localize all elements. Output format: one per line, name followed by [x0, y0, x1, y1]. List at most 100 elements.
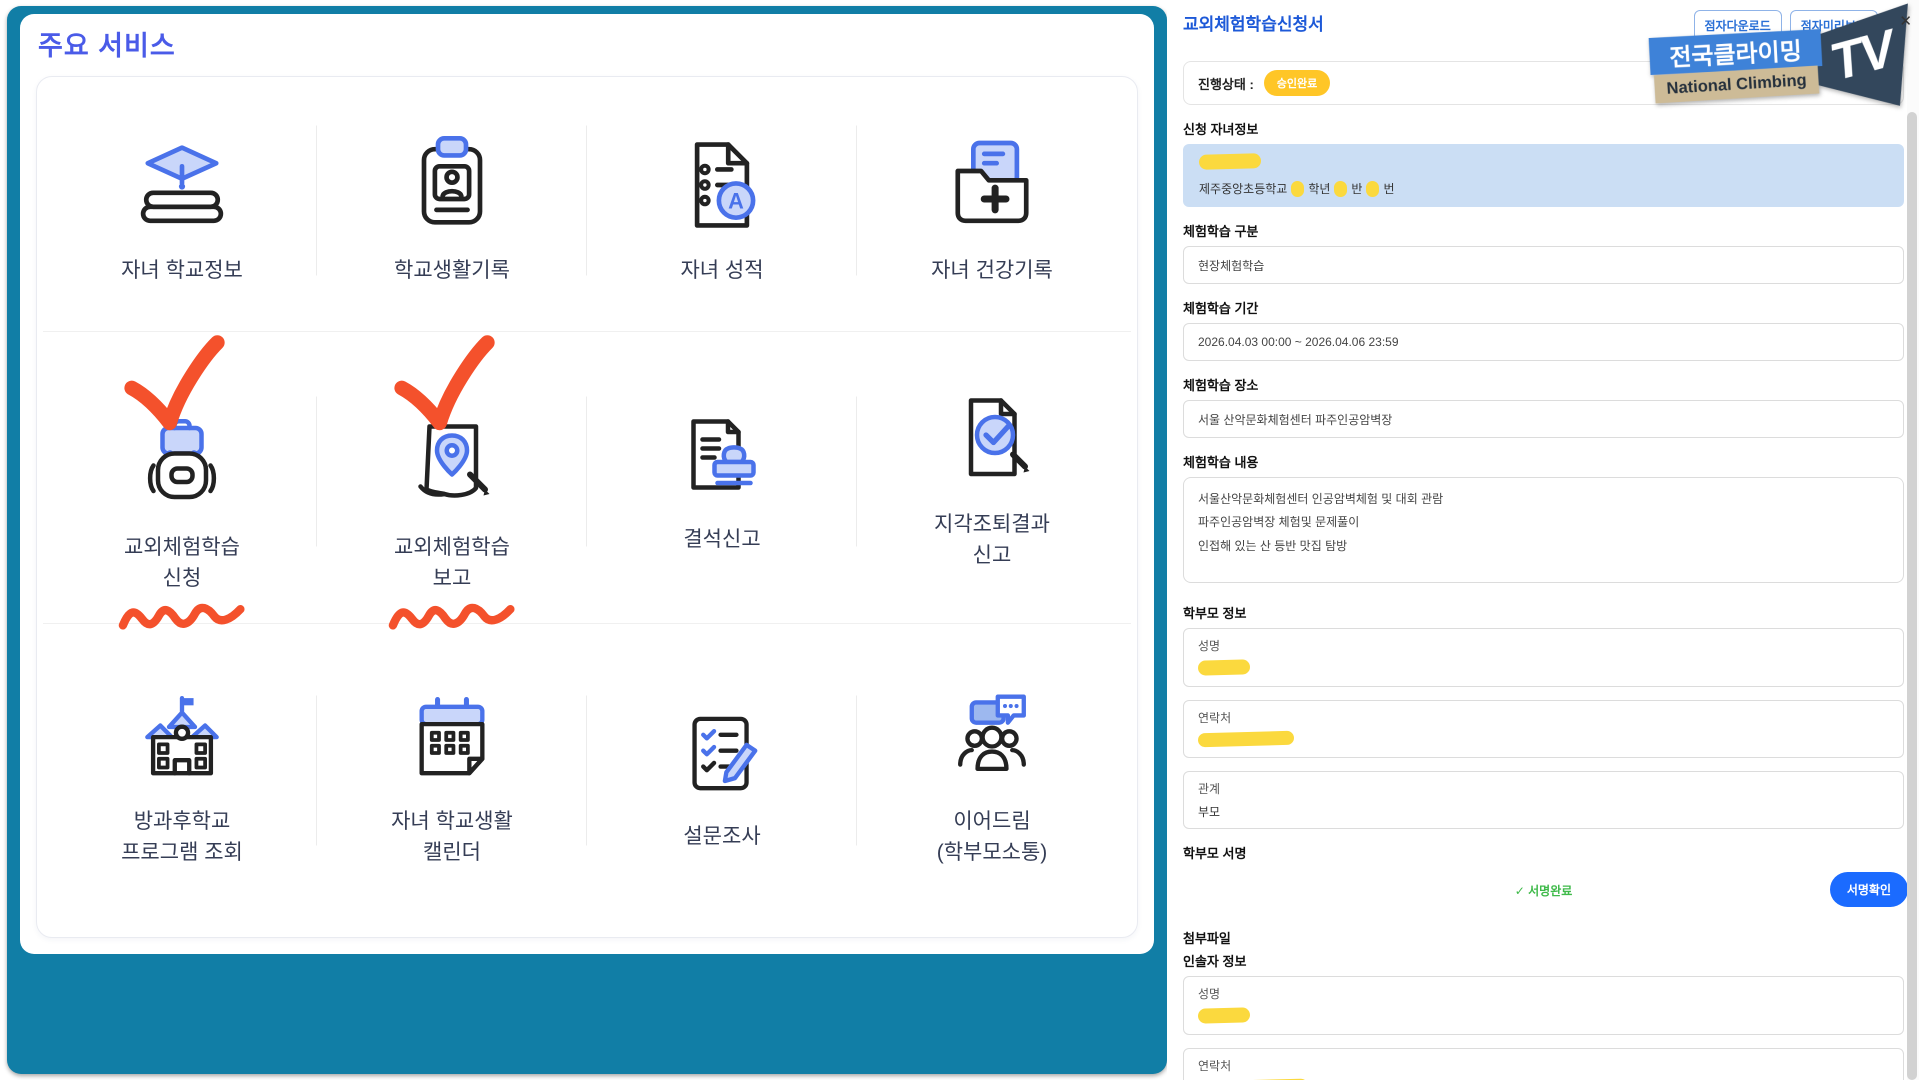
parent-name-field[interactable]: 성명 [1183, 628, 1904, 687]
service-item-school-life-record[interactable]: 학교생활기록 [317, 83, 587, 333]
service-item-school-life-calendar[interactable]: 자녀 학교생활 캘린더 [317, 625, 587, 931]
service-label: 학교생활기록 [394, 255, 510, 287]
parent-contact-label: 연락처 [1198, 709, 1889, 726]
service-label: 교외체험학습 보고 [394, 532, 510, 595]
red-squiggle-annotation [386, 595, 517, 634]
service-item-child-grades[interactable]: A 자녀 성적 [587, 83, 857, 333]
section-attachment: 첨부파일 [1183, 928, 1904, 947]
grade-a-doc-icon: A [666, 129, 778, 241]
parent-name-label: 성명 [1198, 637, 1889, 654]
main-services-panel: 주요 서비스 자녀 학교정보 [7, 6, 1167, 1074]
service-label: 자녀 성적 [680, 255, 763, 287]
section-student-info: 신청 자녀정보 [1183, 119, 1904, 138]
service-item-child-health-record[interactable]: 자녀 건강기록 [857, 83, 1127, 333]
escort-name-value [1198, 1008, 1889, 1026]
red-checkmark-annotation [383, 331, 508, 439]
survey-icon [670, 703, 774, 807]
progress-status-label: 진행상태 : [1198, 74, 1254, 93]
redaction-student-name [1199, 153, 1261, 170]
escort-contact-field[interactable]: 연락처 [1183, 1048, 1904, 1080]
signature-complete-label: 서명완료 [1528, 884, 1572, 898]
scrollbar-thumb[interactable] [1907, 112, 1917, 1080]
student-info-box: 제주중앙초등학교 학년 반 번 [1183, 144, 1904, 207]
signature-row: ✓ 서명완료 서명확인 [1183, 872, 1904, 912]
service-label: 이어드림 (학부모소통) [937, 806, 1048, 869]
field-trip-application-panel: 교외체험학습신청서 점자다운로드 점자미리보기 ✕ 진행상태 : 승인완료 신청… [1167, 0, 1920, 1080]
label-trip-content: 체험학습 내용 [1183, 452, 1904, 471]
main-services-card: 주요 서비스 자녀 학교정보 [20, 14, 1154, 954]
clipboard-id-icon [396, 129, 508, 241]
svg-text:A: A [728, 189, 744, 214]
school-name: 제주중앙초등학교 [1199, 180, 1287, 197]
redaction-parent-contact [1198, 731, 1294, 748]
progress-status-row: 진행상태 : 승인완료 [1183, 61, 1904, 105]
parent-relation-field[interactable]: 관계 부모 [1183, 771, 1904, 829]
service-label: 자녀 건강기록 [931, 255, 1053, 287]
label-trip-place: 체험학습 장소 [1183, 375, 1904, 394]
form-header: 교외체험학습신청서 점자다운로드 점자미리보기 [1167, 0, 1920, 45]
redaction-class [1334, 180, 1347, 196]
check-doc-icon [938, 387, 1046, 495]
main-services-title: 주요 서비스 [38, 24, 176, 63]
check-icon: ✓ [1515, 884, 1525, 898]
service-item-eodream-parent-communication[interactable]: 이어드림 (학부모소통) [857, 625, 1127, 931]
redaction-escort-name [1198, 1007, 1250, 1023]
section-parent-info: 학부모 정보 [1183, 603, 1904, 622]
services-grid-card: 자녀 학교정보 학교생활기록 [36, 76, 1138, 938]
escort-name-field[interactable]: 성명 [1183, 976, 1904, 1035]
redaction-grade [1291, 180, 1304, 196]
student-school-line: 제주중앙초등학교 학년 반 번 [1199, 180, 1888, 197]
school-building-icon [130, 688, 234, 792]
label-trip-division: 체험학습 구분 [1183, 221, 1904, 240]
braille-preview-button[interactable]: 점자미리보기 [1790, 10, 1878, 41]
signature-complete-text: ✓ 서명완료 [1183, 882, 1904, 899]
escort-name-label: 성명 [1198, 985, 1889, 1002]
signature-confirm-button[interactable]: 서명확인 [1830, 872, 1908, 907]
class-suffix: 반 [1351, 180, 1362, 197]
braille-download-button[interactable]: 점자다운로드 [1694, 10, 1782, 41]
redaction-parent-name [1198, 659, 1250, 675]
trip-content-field[interactable]: 서울산악문화체험센터 인공암벽체험 및 대회 관람 파주인공암벽장 체험및 문제… [1183, 477, 1904, 583]
parent-name-value [1198, 660, 1889, 678]
trip-place-field[interactable]: 서울 산악문화체험센터 파주인공암벽장 [1183, 400, 1904, 438]
calendar-icon [400, 688, 504, 792]
service-item-afterschool-programs[interactable]: 방과후학교 프로그램 조회 [47, 625, 317, 931]
service-label: 자녀 학교생활 캘린더 [391, 806, 513, 869]
service-item-field-trip-report[interactable]: 교외체험학습 보고 [317, 333, 587, 625]
grade-suffix: 학년 [1308, 180, 1330, 197]
service-item-field-trip-apply[interactable]: 교외체험학습 신청 [47, 333, 317, 625]
service-item-absence-report[interactable]: 결석신고 [587, 333, 857, 625]
label-trip-period: 체험학습 기간 [1183, 298, 1904, 317]
escort-contact-label: 연락처 [1198, 1057, 1889, 1074]
form-toolbar: 점자다운로드 점자미리보기 [1694, 10, 1879, 41]
red-squiggle-annotation [116, 595, 247, 634]
service-label: 교외체험학습 신청 [124, 532, 240, 595]
screen: 주요 서비스 자녀 학교정보 [0, 0, 1920, 1080]
parent-relation-label: 관계 [1198, 780, 1889, 797]
parent-contact-field[interactable]: 연락처 [1183, 700, 1904, 758]
services-grid: 자녀 학교정보 학교생활기록 [47, 83, 1127, 931]
scrollbar-track[interactable] [1907, 0, 1919, 1080]
service-label: 결석신고 [683, 524, 760, 556]
parent-contact-value [1198, 732, 1889, 749]
service-label: 자녀 학교정보 [121, 255, 243, 287]
service-label: 설문조사 [683, 821, 760, 853]
form-title: 교외체험학습신청서 [1183, 10, 1694, 35]
red-checkmark-annotation [113, 331, 238, 439]
close-icon[interactable]: ✕ [1899, 12, 1912, 30]
status-badge: 승인완료 [1264, 70, 1330, 96]
section-escort-info: 인솔자 정보 [1183, 951, 1904, 970]
service-label: 지각조퇴결과 신고 [934, 509, 1050, 572]
trip-period-field[interactable]: 2026.04.03 00:00 ~ 2026.04.06 23:59 [1183, 323, 1904, 361]
section-parent-signature: 학부모 서명 [1183, 843, 1904, 862]
books-gradcap-icon [126, 129, 238, 241]
service-item-child-school-info[interactable]: 자녀 학교정보 [47, 83, 317, 333]
service-item-tardy-early-leave-report[interactable]: 지각조퇴결과 신고 [857, 333, 1127, 625]
parent-relation-value: 부모 [1198, 803, 1889, 820]
service-item-survey[interactable]: 설문조사 [587, 625, 857, 931]
people-chat-icon [940, 688, 1044, 792]
redaction-number [1366, 180, 1379, 196]
number-suffix: 번 [1383, 180, 1394, 197]
trip-division-field[interactable]: 현장체험학습 [1183, 246, 1904, 284]
service-label: 방과후학교 프로그램 조회 [121, 806, 243, 869]
